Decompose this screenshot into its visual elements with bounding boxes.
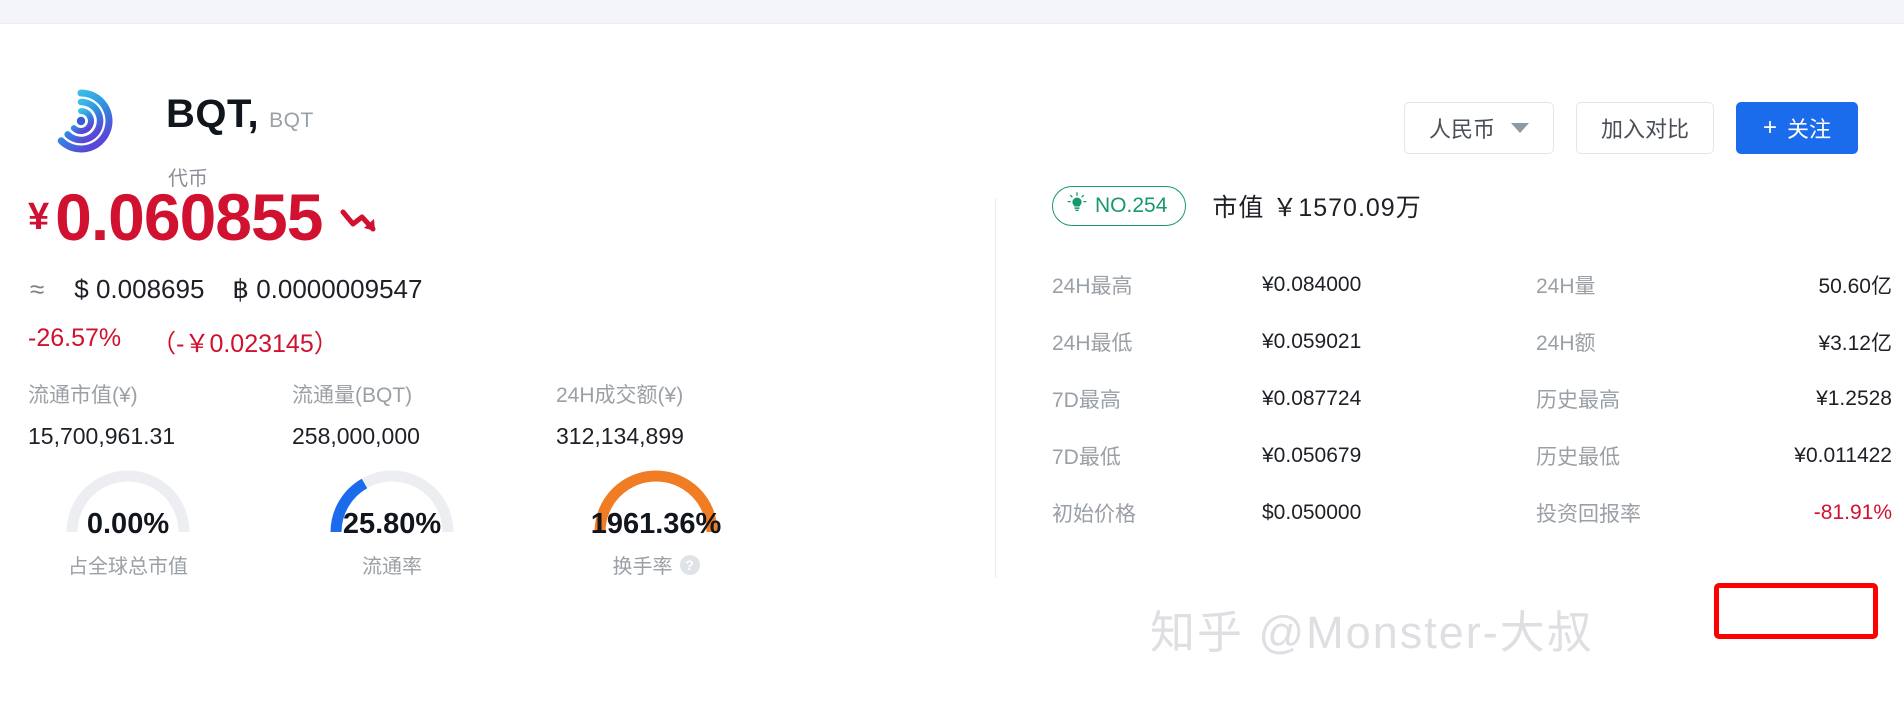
info-value-initial-price: $0.050000	[1262, 500, 1362, 524]
stat-value: 312,134,899	[556, 423, 684, 449]
info-label-24h-low: 24H最低	[1052, 331, 1133, 355]
gauge-percent: 25.80%	[342, 508, 442, 540]
rank-badge-label: NO.254	[1095, 194, 1168, 217]
gauge-label: 占全球总市值	[28, 550, 228, 579]
gauge-percent: 1961.36%	[590, 508, 722, 540]
gauge-row: 0.00% 占全球总市值 25.80% 流通率 1961.36% 换手率 ?	[28, 456, 968, 586]
info-value-7d-high: ¥0.087724	[1262, 386, 1362, 410]
info-label-7d-low: 7D最低	[1052, 445, 1121, 469]
page-root: BQT, BQT 代币 人民币 加入对比 + 关注 ¥ 0.060855 ≈ $…	[0, 0, 1904, 704]
page-header: BQT, BQT 代币 人民币 加入对比 + 关注	[0, 24, 1904, 190]
info-value-all-time-high: ¥1.2528	[1816, 386, 1892, 410]
add-to-compare-button[interactable]: 加入对比	[1575, 102, 1714, 154]
left-stats: 流通市值(¥) 15,700,961.31 流通量(BQT) 258,000,0…	[28, 379, 968, 450]
alt-prices: ≈ $ 0.008695 ฿ 0.0000009547	[30, 274, 422, 305]
info-value-24h-turnover: ¥3.12亿	[1818, 331, 1892, 355]
stat-label: 24H成交额(¥)	[556, 384, 684, 407]
info-value-all-time-low: ¥0.011422	[1794, 443, 1892, 467]
price-btc: ฿ 0.0000009547	[232, 274, 423, 304]
gauge-label: 换手率 ?	[556, 550, 756, 579]
price-value: 0.060855	[55, 180, 323, 254]
coin-logo-icon	[46, 86, 116, 156]
stat-label: 流通量(BQT)	[292, 384, 413, 407]
price-change-absolute: （-￥0.023145）	[151, 330, 339, 358]
trend-down-icon	[340, 206, 380, 243]
approx-symbol: ≈	[30, 274, 45, 304]
market-cap-value: ￥1570.09万	[1272, 194, 1422, 222]
header-actions: 人民币 加入对比 + 关注	[1403, 102, 1858, 154]
gauge-global-marketcap-share: 0.00% 占全球总市值	[28, 456, 292, 586]
info-label-24h-volume: 24H量	[1536, 274, 1596, 298]
currency-selector[interactable]: 人民币	[1403, 102, 1554, 154]
stat-circulating-marketcap: 流通市值(¥) 15,700,961.31	[28, 379, 292, 450]
market-cap: 市值 ￥1570.09万	[1212, 188, 1421, 224]
info-label-initial-price: 初始价格	[1052, 502, 1136, 526]
info-value-24h-high: ¥0.084000	[1262, 272, 1362, 296]
coin-symbol: BQT,	[166, 92, 260, 136]
price-change: -26.57% （-￥0.023145）	[28, 324, 339, 360]
gauge-turnover-rate: 1961.36% 换手率 ?	[556, 456, 820, 586]
info-label-24h-turnover: 24H额	[1536, 331, 1596, 355]
info-label-7d-high: 7D最高	[1052, 388, 1121, 412]
info-label-all-time-high: 历史最高	[1536, 388, 1620, 412]
follow-label: 关注	[1786, 117, 1831, 142]
chevron-down-icon	[1510, 123, 1529, 133]
gauge-label-text: 流通率	[362, 556, 422, 578]
price-panel: ¥ 0.060855 ≈ $ 0.008695 ฿ 0.0000009547 -…	[0, 164, 995, 704]
watermark: 知乎 @Monster-大叔	[1150, 607, 1594, 658]
market-info-grid: 24H最高 ¥0.084000 24H量 50.60亿 24H最低 ¥0.059…	[1052, 256, 1892, 541]
plus-icon: +	[1762, 114, 1777, 141]
stat-24h-volume: 24H成交额(¥) 312,134,899	[556, 379, 820, 450]
stat-circulating-supply: 流通量(BQT) 258,000,000	[292, 379, 556, 450]
gauge-label-text: 换手率	[612, 556, 673, 578]
coin-title: BQT, BQT	[166, 92, 314, 137]
rank-badge: NO.254	[1052, 186, 1187, 226]
main-price: ¥ 0.060855	[28, 184, 380, 250]
price-usd: $ 0.008695	[74, 274, 205, 304]
lightbulb-icon	[1067, 192, 1087, 220]
market-cap-label: 市值	[1212, 194, 1265, 222]
info-label-24h-high: 24H最高	[1052, 274, 1133, 298]
help-icon[interactable]: ?	[679, 554, 700, 575]
info-label-all-time-low: 历史最低	[1536, 445, 1620, 469]
info-value-roi: -81.91%	[1813, 500, 1892, 524]
rank-row: NO.254 市值 ￥1570.09万	[1052, 186, 1422, 226]
add-to-compare-label: 加入对比	[1600, 117, 1689, 142]
stat-label: 流通市值(¥)	[28, 384, 138, 407]
price-currency-symbol: ¥	[28, 195, 50, 238]
top-strip	[0, 0, 1904, 24]
info-value-7d-low: ¥0.050679	[1262, 443, 1362, 467]
info-value-24h-low: ¥0.059021	[1262, 329, 1362, 353]
price-change-percent: -26.57%	[28, 324, 122, 352]
currency-selector-label: 人民币	[1428, 117, 1495, 142]
info-value-24h-volume: 50.60亿	[1818, 274, 1892, 298]
gauge-label-text: 占全球总市值	[68, 556, 188, 578]
stat-value: 15,700,961.31	[28, 423, 176, 449]
gauge-percent: 0.00%	[86, 508, 170, 540]
stat-value: 258,000,000	[292, 423, 420, 449]
gauge-label: 流通率	[292, 550, 492, 579]
info-label-roi: 投资回报率	[1536, 502, 1641, 526]
panel-divider	[995, 198, 996, 578]
coin-ticker: BQT	[269, 109, 314, 132]
gauge-circulation-rate: 25.80% 流通率	[292, 456, 556, 586]
follow-button[interactable]: + 关注	[1735, 102, 1858, 154]
